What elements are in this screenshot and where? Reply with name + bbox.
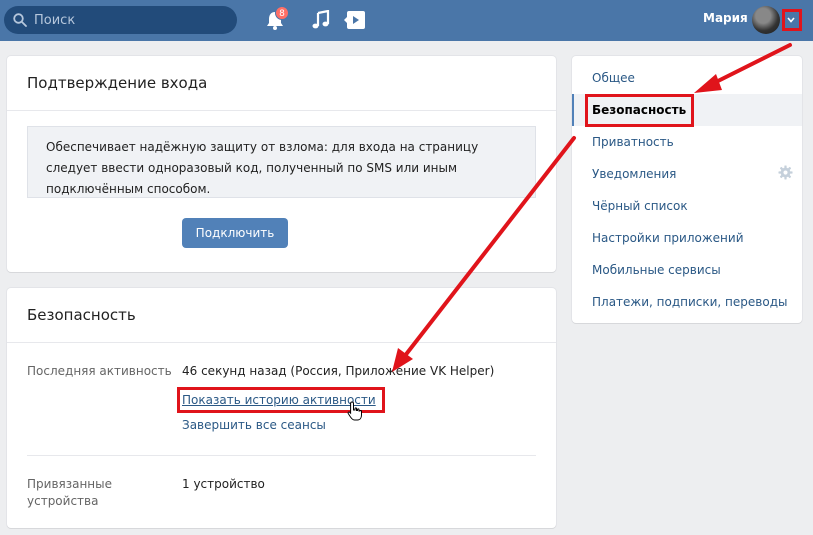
- connect-button[interactable]: Подключить: [182, 218, 288, 248]
- music-icon[interactable]: [311, 10, 331, 30]
- menu-item-payments[interactable]: Платежи, подписки, переводы: [572, 286, 802, 318]
- menu-item-privacy[interactable]: Приватность: [572, 126, 802, 158]
- annotation-highlight: [782, 9, 802, 31]
- search-icon: [13, 13, 27, 27]
- menu-item-notifications[interactable]: Уведомления: [572, 158, 802, 190]
- user-name[interactable]: Мария: [703, 11, 748, 25]
- avatar[interactable]: [752, 6, 780, 34]
- settings-menu: Общее Безопасность Приватность Уведомлен…: [572, 56, 802, 323]
- two-factor-title: Подтверждение входа: [27, 74, 208, 92]
- last-activity-value: 46 секунд назад (Россия, Приложение VK H…: [182, 364, 495, 378]
- top-bar: 8 Мария: [0, 0, 813, 41]
- video-icon[interactable]: [342, 9, 366, 31]
- two-factor-description: Обеспечивает надёжную защиту от взлома: …: [27, 126, 536, 198]
- annotation-highlight: [585, 94, 694, 127]
- menu-item-app-settings[interactable]: Настройки приложений: [572, 222, 802, 254]
- end-sessions-link[interactable]: Завершить все сеансы: [182, 418, 326, 432]
- hand-cursor-icon: [347, 401, 362, 421]
- search-input[interactable]: [34, 6, 229, 34]
- gear-icon[interactable]: [778, 165, 793, 180]
- search-box[interactable]: [4, 6, 237, 34]
- divider: [7, 110, 556, 111]
- divider: [7, 342, 556, 343]
- last-activity-label: Последняя активность: [27, 364, 172, 378]
- menu-item-mobile-services[interactable]: Мобильные сервисы: [572, 254, 802, 286]
- menu-item-general[interactable]: Общее: [572, 62, 802, 94]
- divider: [27, 455, 536, 456]
- security-title: Безопасность: [27, 306, 136, 324]
- menu-item-blacklist[interactable]: Чёрный список: [572, 190, 802, 222]
- security-card: Безопасность Последняя активность 46 сек…: [7, 288, 556, 528]
- devices-value: 1 устройство: [182, 477, 265, 491]
- notification-badge: 8: [275, 6, 289, 20]
- devices-label: Привязанные устройства: [27, 477, 113, 508]
- two-factor-card: Подтверждение входа Обеспечивает надёжну…: [7, 56, 556, 272]
- profile-menu-toggle[interactable]: [782, 9, 802, 31]
